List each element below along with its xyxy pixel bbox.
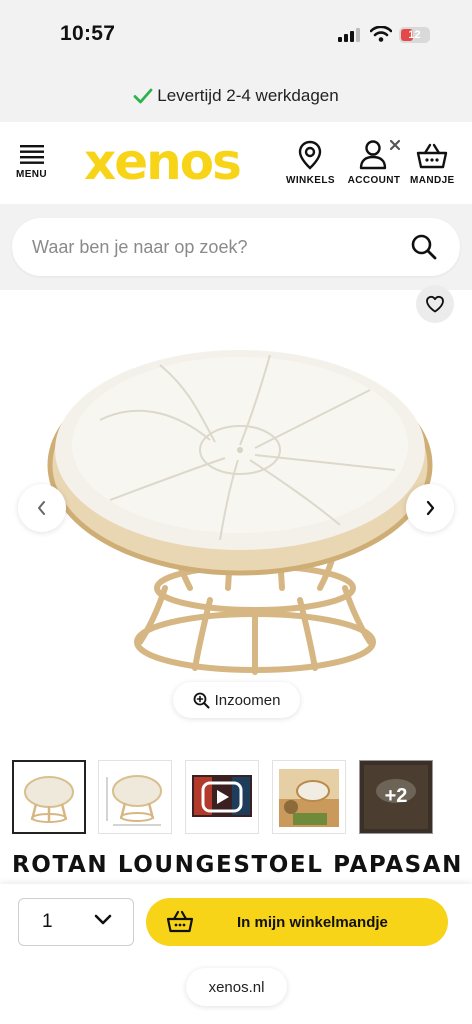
battery-level: 12 [408, 29, 421, 41]
wifi-icon [370, 26, 392, 42]
delivery-banner: Levertijd 2-4 werkdagen [0, 70, 472, 122]
menu-label: MENU [16, 169, 48, 180]
thumbnail-image-chair [14, 762, 84, 832]
chevron-down-icon [94, 914, 112, 925]
delivery-text: Levertijd 2-4 werkdagen [157, 86, 339, 105]
hamburger-menu-icon [19, 145, 44, 164]
battery-icon: 12 [399, 27, 430, 43]
video-thumbnail-play-icon [186, 761, 258, 833]
menu-button[interactable]: MENU [16, 144, 47, 180]
thumbnail-image-room-scene [273, 761, 345, 833]
favorite-button[interactable] [416, 285, 454, 323]
status-time: 10:57 [60, 22, 116, 45]
zoom-label: Inzoomen [214, 691, 281, 709]
basket-icon [417, 143, 448, 169]
stores-label: WINKELS [286, 175, 335, 186]
zoom-button[interactable]: Inzoomen [173, 682, 300, 718]
product-title: ROTAN LOUNGESTOEL PAPASAN - [12, 852, 472, 878]
stores-button[interactable]: WINKELS [286, 140, 335, 186]
thumbnail-4[interactable] [272, 760, 346, 834]
account-button[interactable]: ACCOUNT [346, 138, 402, 186]
chevron-right-icon [426, 500, 435, 516]
search-icon[interactable] [410, 233, 438, 261]
previous-image-button[interactable] [18, 484, 66, 532]
thumbnail-2[interactable] [98, 760, 172, 834]
thumbnail-video[interactable] [185, 760, 259, 834]
add-to-cart-label: In mijn winkelmandje [237, 913, 388, 931]
quantity-value: 1 [42, 911, 53, 932]
search-placeholder: Waar ben je naar op zoek? [32, 237, 248, 257]
zoom-in-icon [193, 692, 210, 708]
thumbnail-1[interactable] [12, 760, 86, 834]
checkmark-icon [133, 88, 153, 104]
account-user-icon [359, 139, 401, 170]
basket-icon [166, 910, 194, 933]
account-label: ACCOUNT [347, 175, 401, 186]
map-pin-icon [299, 140, 322, 170]
chevron-left-icon [38, 501, 45, 515]
heart-icon [426, 295, 444, 313]
thumbnail-image-chair-dimensions [99, 761, 171, 833]
product-image-papasan-chair [47, 350, 433, 675]
next-image-button[interactable] [406, 484, 454, 532]
quantity-select[interactable] [18, 898, 134, 946]
add-to-cart-button[interactable]: In mijn winkelmandje [146, 898, 448, 946]
xenos-logo[interactable]: xenos [84, 136, 242, 188]
browser-domain: xenos.nl [208, 978, 265, 996]
thumbnail-more[interactable]: +2 [359, 760, 433, 834]
cart-button[interactable]: MANDJE [410, 142, 455, 186]
browser-address-pill[interactable]: xenos.nl [186, 968, 287, 1006]
cart-label: MANDJE [410, 175, 455, 186]
cellular-signal-icon [338, 28, 360, 42]
more-images-count: +2 [384, 785, 408, 807]
